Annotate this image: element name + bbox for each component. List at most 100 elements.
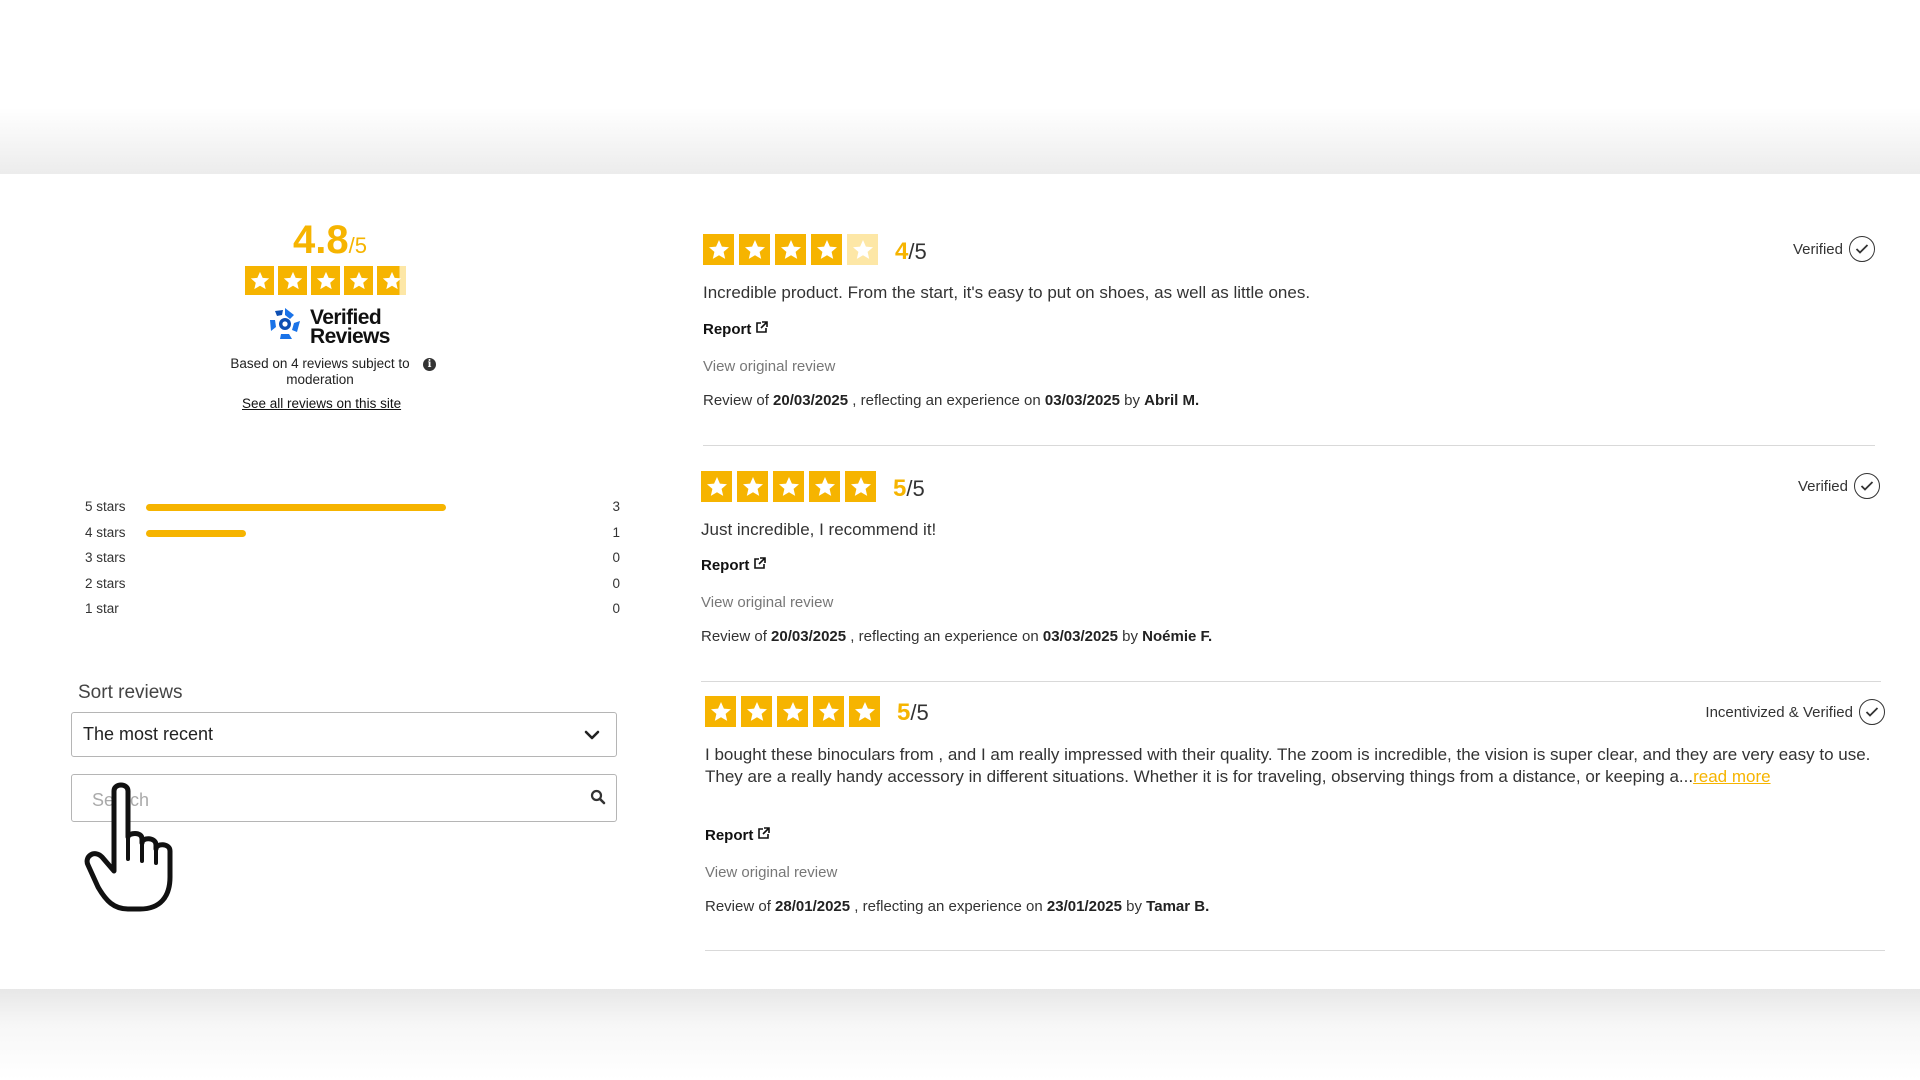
view-original-link[interactable]: View original review: [703, 358, 835, 375]
distribution-count: 0: [612, 575, 620, 591]
review-body: Incredible product. From the start, it's…: [703, 283, 1311, 302]
review-score-value: 5: [897, 699, 911, 726]
review-date: 28/01/2025: [775, 898, 851, 915]
sort-selected-value: The most recent: [83, 724, 214, 744]
review-score: 5/5: [897, 699, 929, 727]
review-score-value: 5: [893, 475, 907, 502]
distribution-bar: [146, 581, 546, 588]
sort-select[interactable]: The most recent: [71, 712, 617, 757]
info-icon[interactable]: i: [423, 358, 436, 371]
star-icon: [344, 266, 373, 295]
review-meta: Review of 20/03/2025 , reflecting an exp…: [703, 392, 1199, 409]
experience-date: 23/01/2025: [1046, 898, 1122, 915]
star-icon: [809, 471, 840, 502]
review-divider: [703, 445, 1875, 446]
report-link[interactable]: Report: [701, 557, 767, 574]
verified-badge: Incentivized & Verified: [1705, 699, 1885, 725]
bottom-shade: [0, 989, 1920, 1080]
star-icon: [701, 471, 732, 502]
meta-by: by: [1117, 628, 1143, 645]
experience-date: 03/03/2025: [1044, 392, 1120, 409]
see-all-reviews-link[interactable]: See all reviews on this site: [242, 396, 401, 411]
distribution-label: 4 stars: [85, 524, 126, 540]
meta-prefix: Review of: [701, 628, 772, 645]
distribution-label: 1 star: [85, 601, 119, 616]
external-link-icon: [753, 557, 767, 574]
distribution-bar: [146, 504, 546, 511]
star-icon: [705, 696, 736, 727]
report-link[interactable]: Report: [703, 321, 769, 338]
search-icon[interactable]: [590, 789, 606, 810]
distribution-bar: [146, 529, 546, 537]
check-circle-icon: [1854, 473, 1880, 499]
distribution-count: 0: [612, 550, 620, 565]
meta-prefix: Review of: [703, 392, 774, 409]
meta-by: by: [1121, 898, 1147, 915]
review-meta: Review of 20/03/2025 , reflecting an exp…: [701, 628, 1212, 645]
based-on-text: Based on 4 reviews subject to moderation: [230, 356, 410, 387]
meta-mid: , reflecting an experience on: [850, 898, 1047, 915]
star-icon: [773, 471, 804, 502]
average-stars: [245, 266, 406, 295]
distribution-row[interactable]: 4 stars 1: [85, 522, 620, 548]
review-score: 4/5: [895, 238, 927, 266]
distribution-row[interactable]: 1 star 0: [85, 598, 620, 624]
review-author: Noémie F.: [1142, 628, 1213, 645]
review-stars: [701, 471, 876, 502]
experience-date: 03/03/2025: [1042, 628, 1118, 645]
review-author: Abril M.: [1144, 392, 1200, 409]
verified-reviews-logo: Verified Reviews: [266, 305, 390, 348]
check-circle-icon: [1859, 699, 1885, 725]
brand-line-2: Reviews: [310, 324, 390, 348]
sort-reviews-label: Sort reviews: [78, 682, 183, 703]
star-icon: [777, 696, 808, 727]
review-score-value: 4: [895, 238, 909, 265]
hand-cursor-icon: [84, 779, 184, 919]
chevron-down-icon: [584, 724, 600, 745]
review-text: Incredible product. From the start, it's…: [703, 282, 1883, 304]
external-link-icon: [757, 827, 771, 844]
review-score-max: /5: [908, 239, 927, 264]
read-more-link[interactable]: read more: [1693, 767, 1770, 786]
review-text: I bought these binoculars from , and I a…: [705, 744, 1883, 788]
distribution-bar-fill: [146, 504, 446, 511]
star-icon: [278, 266, 307, 295]
meta-by: by: [1119, 392, 1145, 409]
distribution-label: 2 stars: [85, 575, 126, 591]
distribution-bar: [146, 606, 546, 613]
report-link[interactable]: Report: [705, 827, 771, 844]
star-icon: [377, 266, 406, 295]
verified-reviews-logo-icon: [266, 305, 304, 348]
distribution-count: 1: [612, 524, 620, 540]
review-divider: [701, 681, 1881, 682]
star-icon: [813, 696, 844, 727]
meta-mid: , reflecting an experience on: [846, 628, 1043, 645]
distribution-row[interactable]: 2 stars 0: [85, 573, 620, 599]
review-score-max: /5: [910, 700, 929, 725]
meta-prefix: Review of: [705, 898, 776, 915]
verified-reviews-wordmark: Verified Reviews: [310, 305, 390, 348]
distribution-label: 3 stars: [85, 550, 126, 565]
verified-badge: Verified: [1798, 473, 1880, 499]
review-stars: [705, 696, 880, 727]
distribution-count: 3: [612, 499, 620, 514]
view-original-link[interactable]: View original review: [701, 594, 833, 611]
distribution-bar: [146, 555, 546, 562]
distribution-bar-fill: [146, 529, 246, 537]
review-score-max: /5: [906, 476, 925, 501]
star-icon: [737, 471, 768, 502]
review-score: 5/5: [893, 475, 925, 503]
distribution-count: 0: [612, 601, 620, 616]
report-label: Report: [705, 827, 754, 844]
review-card: 5/5 Incentivized & Verified I bought the…: [0, 0, 1920, 951]
distribution-row[interactable]: 3 stars 0: [85, 547, 620, 573]
brand-line-1: Verified: [310, 305, 382, 329]
meta-mid: , reflecting an experience on: [848, 392, 1045, 409]
review-author: Tamar B.: [1146, 898, 1210, 915]
star-icon: [245, 266, 274, 295]
distribution-row[interactable]: 5 stars 3: [85, 496, 620, 522]
star-icon: [845, 471, 876, 502]
review-date: 20/03/2025: [773, 392, 849, 409]
review-meta: Review of 28/01/2025 , reflecting an exp…: [705, 898, 1209, 915]
view-original-link[interactable]: View original review: [705, 864, 837, 881]
